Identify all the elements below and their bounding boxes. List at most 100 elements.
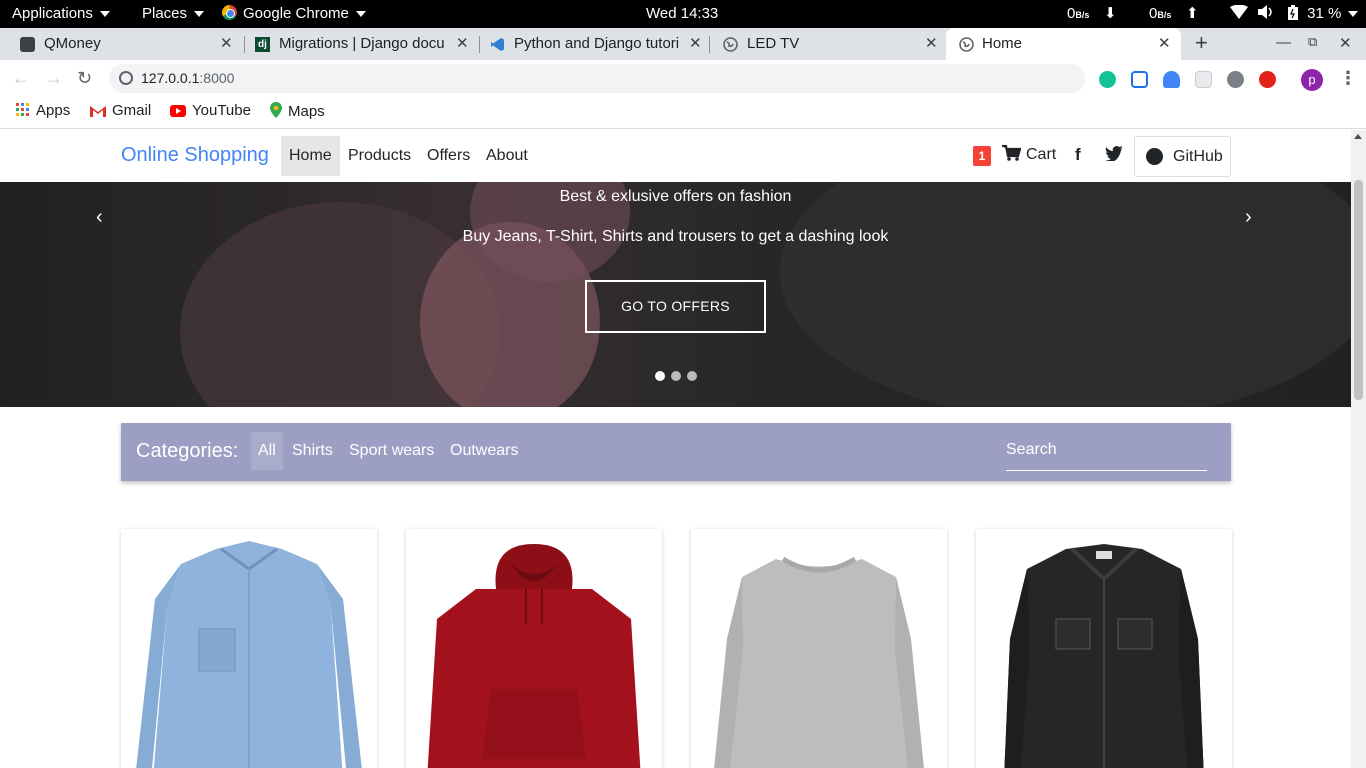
close-icon[interactable]: ✕ — [689, 34, 702, 52]
bookmarks-bar: Apps Gmail YouTube Maps — [0, 97, 1366, 129]
category-shirts[interactable]: Shirts — [285, 432, 340, 470]
carousel-indicator-1[interactable] — [655, 371, 665, 381]
facebook-icon[interactable]: f — [1075, 145, 1081, 165]
category-outwears[interactable]: Outwears — [443, 432, 525, 470]
tab-python-django[interactable]: Python and Django tutori ✕ — [470, 28, 710, 60]
product-card[interactable] — [691, 529, 947, 768]
hero-heading: Best & exlusive offers on fashion — [559, 188, 792, 205]
reload-button[interactable]: ↻ — [77, 68, 92, 89]
tab-qmoney[interactable]: QMoney ✕ — [0, 28, 245, 60]
nav-offers[interactable]: Offers — [419, 136, 478, 176]
bookmark-gmail[interactable]: Gmail — [90, 102, 151, 119]
places-label: Places — [142, 5, 188, 22]
maps-pin-icon — [270, 102, 282, 118]
apps-grid-icon — [16, 103, 29, 116]
close-icon[interactable]: ✕ — [1158, 34, 1171, 52]
cart-label: Cart — [1026, 146, 1057, 163]
applications-menu[interactable]: Applications — [12, 0, 110, 28]
product-card[interactable] — [121, 529, 377, 768]
tab-manager-extension-icon[interactable] — [1163, 71, 1180, 88]
back-button[interactable]: ← — [12, 68, 30, 89]
cart-count-badge: 1 — [973, 146, 991, 166]
gmail-icon — [90, 106, 106, 117]
new-tab-button[interactable]: + — [1195, 30, 1208, 56]
site-brand[interactable]: Online Shopping — [121, 144, 269, 167]
bookmark-label: YouTube — [192, 102, 251, 119]
github-button[interactable]: GitHub — [1134, 136, 1231, 177]
close-icon[interactable]: ✕ — [456, 34, 469, 52]
window-close-button[interactable]: ✕ — [1339, 34, 1352, 52]
hero-subheading: Buy Jeans, T-Shirt, Shirts and trousers … — [462, 228, 889, 245]
grammarly-extension-icon[interactable] — [1099, 71, 1116, 88]
nav-about[interactable]: About — [478, 136, 536, 176]
denim-shirt-image — [136, 541, 362, 768]
network-upload-rate: 0B/s — [1149, 0, 1171, 28]
download-arrow-icon: ⬇ — [1104, 5, 1117, 22]
app-menu-label: Google Chrome — [243, 5, 349, 22]
browser-toolbar: ← → ↻ 127.0.0.1:8000 0 p ⋮ — [0, 60, 1366, 153]
carousel-indicator-3[interactable] — [687, 371, 697, 381]
url-host: 127.0.0.1 — [141, 70, 200, 86]
app-menu[interactable]: Google Chrome — [222, 0, 366, 28]
scroll-up-arrow-icon[interactable] — [1354, 134, 1362, 139]
bookmark-label: Gmail — [112, 102, 152, 119]
page-viewport: Online Shopping Home Products Offers Abo… — [0, 130, 1351, 768]
privacy-extension-icon[interactable] — [1227, 71, 1244, 88]
product-card[interactable] — [976, 529, 1232, 768]
close-icon[interactable]: ✕ — [220, 34, 233, 52]
net-unit: B/s — [1157, 10, 1172, 20]
wifi-icon[interactable] — [1230, 0, 1248, 28]
bookmark-maps[interactable]: Maps — [270, 102, 325, 120]
bookmark-youtube[interactable]: YouTube — [170, 102, 251, 119]
cart-link[interactable]: Cart — [1002, 144, 1057, 164]
tab-title: LED TV — [747, 35, 800, 52]
places-menu[interactable]: Places — [142, 0, 205, 28]
minimize-button[interactable]: — — [1276, 34, 1291, 51]
blank-extension-icon[interactable] — [1195, 71, 1212, 88]
bookmark-label: Apps — [36, 102, 71, 119]
tab-title: Migrations | Django docu — [279, 35, 445, 52]
chevron-down-icon — [99, 11, 110, 18]
page-scrollbar[interactable] — [1351, 130, 1366, 768]
applications-label: Applications — [12, 5, 93, 22]
system-top-bar: Applications Places Google Chrome Wed 14… — [0, 0, 1366, 28]
product-card[interactable] — [406, 529, 662, 768]
tab-home[interactable]: Home ✕ — [946, 28, 1181, 60]
upload-arrow-icon: ⬆ — [1186, 5, 1199, 22]
scrollbar-thumb[interactable] — [1354, 180, 1363, 400]
category-sport-wears[interactable]: Sport wears — [342, 432, 441, 470]
tab-migrations[interactable]: dj Migrations | Django docu ✕ — [235, 28, 480, 60]
volume-icon[interactable] — [1258, 0, 1274, 28]
github-icon — [1146, 148, 1163, 165]
profile-avatar[interactable]: p — [1301, 69, 1323, 91]
bookmark-apps[interactable]: Apps — [16, 102, 70, 119]
chrome-icon — [222, 5, 237, 20]
nav-products[interactable]: Products — [340, 136, 419, 176]
carousel-next-icon[interactable]: › — [1245, 206, 1252, 229]
address-bar[interactable]: 127.0.0.1:8000 — [109, 64, 1085, 93]
close-icon[interactable]: ✕ — [925, 34, 938, 52]
battery-indicator[interactable]: 31 % — [1288, 0, 1359, 28]
carousel-prev-icon[interactable]: ‹ — [96, 206, 103, 229]
search-input[interactable]: Search — [1006, 441, 1207, 471]
twitter-bird-glyph — [1105, 146, 1123, 162]
bookmark-label: Maps — [288, 103, 325, 120]
tab-led-tv[interactable]: LED TV ✕ — [703, 28, 945, 60]
forward-button[interactable]: → — [45, 68, 63, 89]
globe-icon — [959, 37, 974, 52]
red-hoodie-image — [427, 544, 641, 768]
kebab-menu-icon[interactable]: ⋮ — [1339, 68, 1357, 89]
twitter-icon[interactable] — [1105, 145, 1123, 165]
browser-tab-strip: QMoney ✕ dj Migrations | Django docu ✕ P… — [0, 28, 1366, 60]
category-all[interactable]: All — [251, 432, 283, 470]
nav-home[interactable]: Home — [281, 136, 340, 176]
restore-button[interactable]: ⧉ — [1308, 34, 1317, 50]
adblock-extension-icon[interactable] — [1259, 71, 1276, 88]
carousel-indicator-2[interactable] — [671, 371, 681, 381]
chevron-down-icon — [1348, 11, 1359, 18]
clock[interactable]: Wed 14:33 — [646, 0, 718, 28]
chevron-down-icon — [355, 11, 366, 18]
go-to-offers-button[interactable]: GO TO OFFERS — [585, 280, 766, 333]
site-info-icon[interactable] — [119, 71, 133, 85]
screen-capture-extension-icon[interactable] — [1131, 71, 1148, 88]
